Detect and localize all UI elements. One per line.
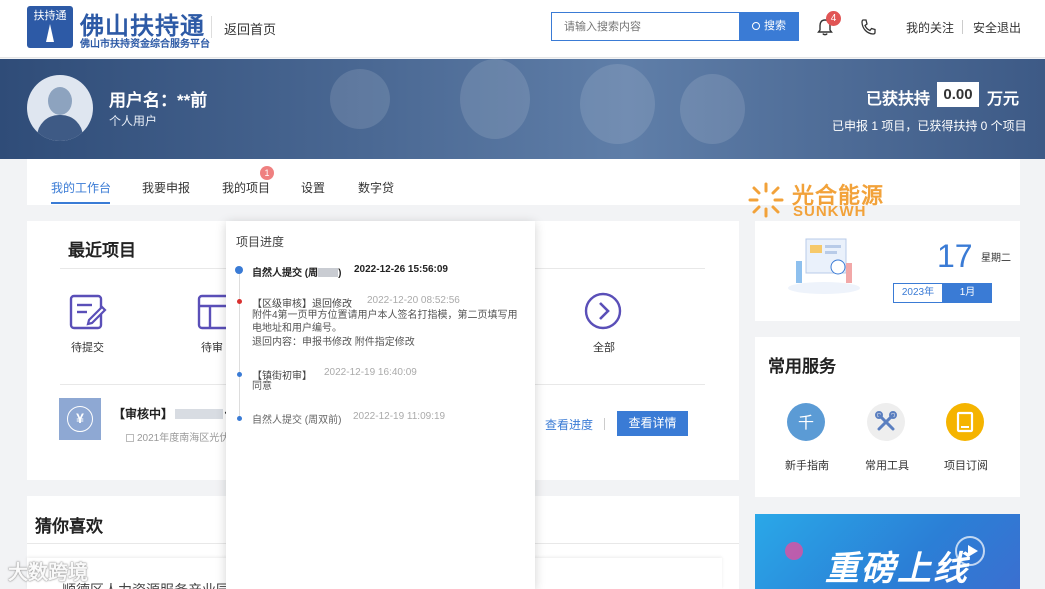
timeline-item-body: 附件4第一页甲方位置请用户本人签名打指模，第二页填写用电地址和用户编号。 — [252, 310, 518, 334]
tab-workbench[interactable]: 我的工作台 — [51, 179, 111, 196]
play-icon — [968, 545, 978, 557]
banner-photo-figure — [330, 69, 390, 129]
logo-badge[interactable]: 扶持通 — [27, 6, 73, 48]
timeline-item-time: 2022-12-26 15:56:09 — [354, 264, 448, 275]
project-year: 2021年度南海区光伏发 — [126, 429, 239, 444]
guide-icon-glyph: 千 — [798, 413, 814, 432]
svg-text:千: 千 — [798, 413, 814, 432]
status-all[interactable]: 全部 — [593, 339, 615, 355]
tab-apply[interactable]: 我要申报 — [142, 179, 190, 196]
service-guide-label[interactable]: 新手指南 — [785, 457, 829, 473]
timeline-item-head: 【区级审核】退回修改 — [252, 299, 352, 310]
timeline-item-time: 2022-12-20 08:52:56 — [367, 295, 460, 306]
tools-icon-glyph — [875, 411, 897, 431]
doc-small-icon — [126, 434, 134, 442]
promo-text: 重磅上线 — [825, 549, 969, 589]
project-year-text: 2021年度南海区光伏发 — [137, 433, 240, 444]
support-unit: 万元 — [987, 91, 1020, 108]
avatar — [27, 75, 93, 141]
timeline-head-suffix: ) — [338, 268, 342, 279]
redacted-block — [318, 268, 339, 277]
header-separator — [962, 20, 963, 34]
banner-photo-figure — [580, 64, 655, 144]
user-type: 个人用户 — [109, 114, 158, 128]
timeline-dot — [237, 372, 242, 377]
guess-title: 猜你喜欢 — [35, 517, 103, 536]
calendar-year[interactable]: 2023年 — [893, 283, 943, 303]
notification-badge: 4 — [826, 11, 841, 26]
timeline-item-body: 退回内容：申报书修改 附件指定修改 — [252, 337, 415, 348]
timeline-item-time: 2022-12-19 16:40:09 — [324, 367, 417, 378]
view-progress-link[interactable]: 查看进度 — [545, 416, 593, 433]
recent-projects-title: 最近项目 — [68, 241, 136, 260]
tab-settings[interactable]: 设置 — [301, 179, 325, 196]
redacted-block — [175, 409, 224, 419]
review-doc-icon[interactable] — [196, 292, 226, 332]
logo-subtitle: 佛山市扶持资金综合服务平台 — [80, 39, 210, 50]
banner-photo-figure — [460, 59, 530, 139]
timeline-item-head: 自然人提交 (周) — [252, 264, 341, 279]
timeline-dot — [237, 416, 242, 421]
tower-icon — [46, 24, 54, 42]
timeline-dot — [235, 266, 243, 274]
support-amount: 0.00 — [937, 82, 979, 107]
tab-digital-loan[interactable]: 数字贷 — [358, 179, 394, 196]
search-icon — [752, 22, 760, 30]
guide-icon[interactable]: 千 — [787, 403, 825, 441]
calendar-day: 17 — [937, 238, 973, 274]
timeline-item-body: 同意 — [252, 381, 272, 392]
tools-icon[interactable] — [867, 403, 905, 441]
active-tab-indicator — [51, 202, 110, 204]
watermark: 大数跨境 — [8, 562, 88, 584]
support-summary: 已申报 1 项目，已获得扶持 0 个项目 — [832, 119, 1027, 133]
back-home-link[interactable]: 返回首页 — [224, 19, 276, 38]
view-detail-button[interactable]: 查看详情 — [617, 411, 688, 436]
calendar-month[interactable]: 1月 — [943, 283, 992, 303]
timeline-item-head: 自然人提交 (周双前) — [252, 415, 342, 426]
tab-my-projects[interactable]: 我的项目 — [222, 179, 270, 196]
search-button[interactable]: 搜索 — [739, 12, 799, 41]
status-pending-review[interactable]: 待审 — [201, 339, 223, 355]
edit-doc-icon[interactable] — [68, 292, 108, 332]
timeline-line — [239, 272, 240, 418]
project-icon: ¥ — [59, 398, 101, 440]
search-input[interactable] — [551, 12, 739, 41]
timeline-item-time: 2022-12-19 11:09:19 — [353, 411, 446, 422]
support-label: 已获扶持 — [866, 91, 931, 108]
project-status-tag: 【审核中】 — [113, 407, 174, 421]
service-tools-label[interactable]: 常用工具 — [865, 457, 909, 473]
avatar-head — [48, 87, 72, 115]
brand-name-en: SUNKWH — [793, 203, 867, 220]
link-separator — [604, 418, 605, 430]
logout-link[interactable]: 安全退出 — [973, 19, 1021, 36]
subscribe-icon-glyph — [956, 411, 974, 433]
avatar-body — [37, 115, 83, 141]
promo-dot — [785, 542, 803, 560]
calendar-weekday: 星期二 — [981, 253, 1011, 264]
my-follow-link[interactable]: 我的关注 — [906, 19, 954, 36]
timeline-dot — [237, 299, 242, 304]
calendar-illustration — [788, 238, 860, 294]
chevron-right-circle-icon[interactable] — [584, 292, 624, 332]
header-divider — [211, 16, 212, 38]
phone-icon[interactable] — [860, 18, 876, 36]
yuan-icon: ¥ — [67, 406, 93, 432]
brand-sun-icon — [748, 182, 784, 218]
logo-badge-text: 扶持通 — [33, 10, 67, 22]
services-title: 常用服务 — [768, 357, 836, 376]
status-pending-submit[interactable]: 待提交 — [71, 339, 104, 355]
username: 用户名：**前 — [109, 91, 208, 110]
subscribe-icon[interactable] — [946, 403, 984, 441]
search-button-label: 搜索 — [764, 20, 786, 32]
my-projects-badge: 1 — [260, 166, 274, 180]
banner-photo-figure — [680, 74, 745, 144]
service-subscribe-label[interactable]: 项目订阅 — [944, 457, 988, 473]
popup-title: 项目进度 — [236, 235, 285, 249]
timeline-head-text: 自然人提交 (周 — [252, 268, 319, 279]
